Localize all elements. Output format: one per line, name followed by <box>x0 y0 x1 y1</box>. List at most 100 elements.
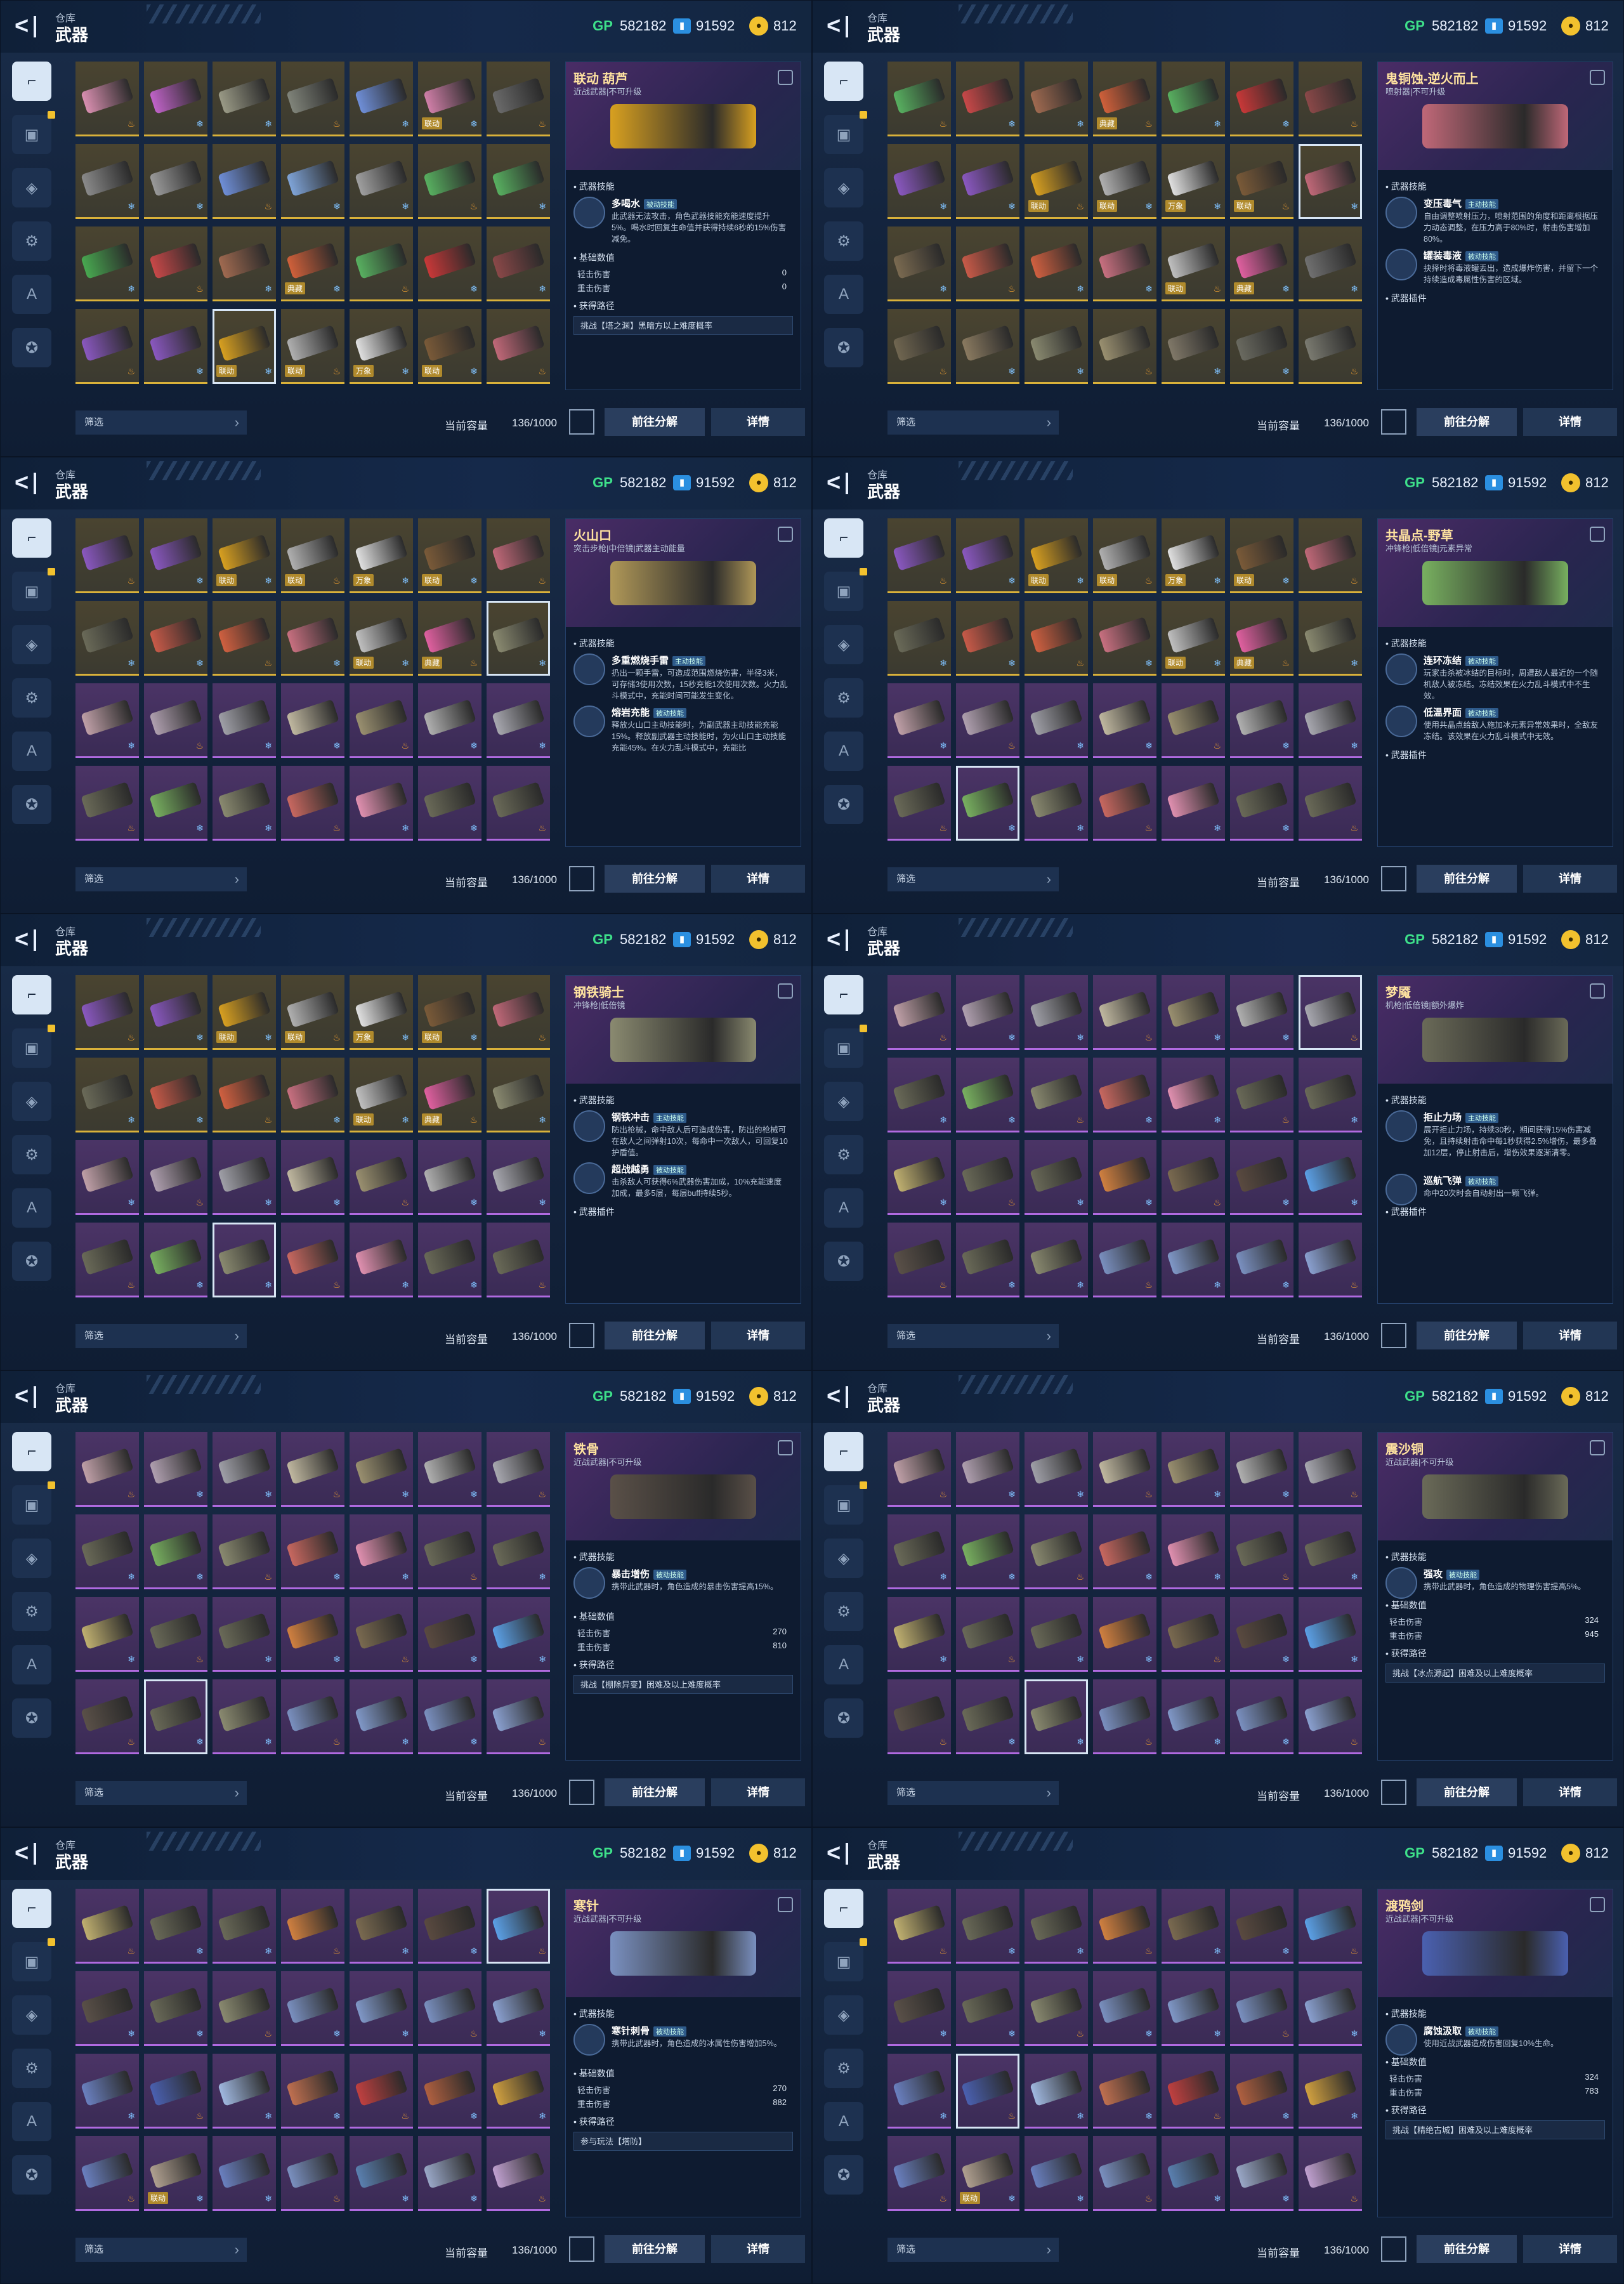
weapon-slot[interactable]: ♨ <box>144 1597 207 1672</box>
weapon-slot[interactable]: ❄ <box>956 1432 1019 1507</box>
weapon-slot[interactable]: ❄ <box>75 226 139 301</box>
weapon-slot[interactable]: ❄ <box>350 1679 413 1754</box>
lock-icon[interactable] <box>1590 983 1605 999</box>
sidebar-character-icon[interactable]: A <box>824 275 863 314</box>
weapon-slot[interactable]: ♨ <box>487 309 550 384</box>
weapon-slot[interactable]: ♨ <box>1093 1679 1156 1754</box>
weapon-slot[interactable]: ❄ <box>75 1058 139 1132</box>
detail-button[interactable]: 详情 <box>1523 2235 1617 2263</box>
weapon-slot[interactable]: ♨ <box>1299 1889 1362 1964</box>
weapon-slot[interactable]: ❄ <box>887 144 951 219</box>
weapon-slot[interactable]: ❄ <box>1025 1889 1088 1964</box>
weapon-slot[interactable]: ❄ <box>418 683 481 758</box>
weapon-slot[interactable]: ❄ <box>75 1514 139 1589</box>
weapon-slot[interactable]: ❄ <box>956 766 1019 841</box>
weapon-slot[interactable]: ❄ <box>418 1223 481 1297</box>
weapon-slot[interactable]: ❄ <box>144 1971 207 2046</box>
weapon-slot[interactable]: ♨ <box>887 309 951 384</box>
sidebar-pistol-icon[interactable]: ⌐ <box>824 518 863 558</box>
detail-button[interactable]: 详情 <box>711 865 805 893</box>
weapon-slot[interactable]: 联动 ❄ <box>1230 518 1293 593</box>
lock-icon[interactable] <box>1590 70 1605 85</box>
weapon-slot[interactable]: ❄ <box>1162 62 1225 136</box>
weapon-slot[interactable]: 联动 ❄ <box>418 309 481 384</box>
weapon-slot[interactable]: ♨ <box>1299 2136 1362 2211</box>
sidebar-gear-icon[interactable]: ⚙ <box>12 678 51 718</box>
sidebar-armor-icon[interactable]: ▣ <box>12 1938 55 1981</box>
sidebar-character-icon[interactable]: A <box>12 275 51 314</box>
weapon-slot[interactable]: 联动 ♨ <box>281 518 344 593</box>
weapon-slot[interactable]: ❄ <box>1093 1597 1156 1672</box>
weapon-slot[interactable]: ❄ <box>1230 1223 1293 1297</box>
weapon-slot[interactable]: ❄ <box>887 1971 951 2046</box>
weapon-slot[interactable]: ♨ <box>1230 1971 1293 2046</box>
weapon-slot[interactable]: 联动 ❄ <box>213 518 276 593</box>
weapon-slot[interactable]: ♨ <box>1299 518 1362 593</box>
weapon-slot[interactable]: ❄ <box>487 1140 550 1215</box>
lock-icon[interactable] <box>1590 1897 1605 1912</box>
expand-icon[interactable] <box>1381 2236 1406 2262</box>
sidebar-badge-icon[interactable]: ✪ <box>824 1698 863 1738</box>
sidebar-chip-icon[interactable]: ◈ <box>12 1995 51 2035</box>
weapon-slot[interactable]: ❄ <box>1230 1679 1293 1754</box>
weapon-slot[interactable]: ❄ <box>1230 1140 1293 1215</box>
sidebar-badge-icon[interactable]: ✪ <box>12 2155 51 2195</box>
weapon-slot[interactable]: ❄ <box>213 1679 276 1754</box>
weapon-slot[interactable]: 联动 ❄ <box>1162 601 1225 676</box>
weapon-slot[interactable]: ❄ <box>350 1971 413 2046</box>
filter-button[interactable]: 筛选 <box>75 1324 247 1348</box>
sidebar-character-icon[interactable]: A <box>824 1645 863 1684</box>
weapon-slot[interactable]: 联动 ❄ <box>144 2136 207 2211</box>
weapon-slot[interactable]: 典藏 ❄ <box>281 226 344 301</box>
detail-button[interactable]: 详情 <box>711 2235 805 2263</box>
weapon-slot[interactable]: ❄ <box>144 62 207 136</box>
sidebar-character-icon[interactable]: A <box>824 1188 863 1228</box>
weapon-slot[interactable]: ❄ <box>144 1514 207 1589</box>
sidebar-badge-icon[interactable]: ✪ <box>824 2155 863 2195</box>
weapon-slot[interactable]: 联动 ♨ <box>1093 518 1156 593</box>
decompose-button[interactable]: 前往分解 <box>1417 865 1517 893</box>
lock-icon[interactable] <box>778 527 793 542</box>
expand-icon[interactable] <box>569 2236 594 2262</box>
expand-icon[interactable] <box>569 1780 594 1805</box>
sidebar-gear-icon[interactable]: ⚙ <box>824 2049 863 2088</box>
detail-button[interactable]: 详情 <box>711 1322 805 1349</box>
weapon-slot[interactable]: ♨ <box>887 62 951 136</box>
weapon-slot[interactable]: ♨ <box>75 1679 139 1754</box>
weapon-slot[interactable]: ❄ <box>1025 2054 1088 2129</box>
weapon-slot[interactable]: 典藏 ♨ <box>418 1058 481 1132</box>
weapon-slot[interactable]: ❄ <box>418 2136 481 2211</box>
weapon-slot[interactable]: ❄ <box>1025 62 1088 136</box>
weapon-slot[interactable]: ❄ <box>213 1140 276 1215</box>
weapon-slot[interactable]: ♨ <box>281 1889 344 1964</box>
weapon-slot[interactable]: ❄ <box>1299 2054 1362 2129</box>
weapon-slot[interactable]: ❄ <box>1025 683 1088 758</box>
weapon-slot[interactable]: ❄ <box>1162 1514 1225 1589</box>
weapon-slot[interactable]: ❄ <box>213 766 276 841</box>
weapon-slot[interactable]: ❄ <box>1162 975 1225 1050</box>
weapon-slot[interactable]: ❄ <box>1093 683 1156 758</box>
back-button[interactable]: < <box>827 1841 852 1866</box>
weapon-slot[interactable]: ❄ <box>281 1514 344 1589</box>
weapon-slot[interactable]: ❄ <box>418 1889 481 1964</box>
back-button[interactable]: < <box>827 470 852 496</box>
sidebar-character-icon[interactable]: A <box>824 732 863 771</box>
weapon-slot[interactable]: 典藏 ♨ <box>1093 62 1156 136</box>
sidebar-badge-icon[interactable]: ✪ <box>12 785 51 824</box>
weapon-slot[interactable]: ♨ <box>1230 1058 1293 1132</box>
weapon-slot[interactable]: ♨ <box>418 1514 481 1589</box>
sidebar-chip-icon[interactable]: ◈ <box>12 1082 51 1121</box>
weapon-slot[interactable]: ❄ <box>281 144 344 219</box>
weapon-slot[interactable]: ❄ <box>213 226 276 301</box>
detail-button[interactable]: 详情 <box>711 408 805 436</box>
source-link[interactable]: 挑战【塔之渊】黑暗方以上难度概率 <box>573 316 793 335</box>
decompose-button[interactable]: 前往分解 <box>1417 408 1517 436</box>
weapon-slot[interactable]: ❄ <box>887 601 951 676</box>
weapon-slot[interactable]: ❄ <box>281 1058 344 1132</box>
weapon-slot[interactable]: ❄ <box>75 1597 139 1672</box>
weapon-slot[interactable]: ❄ <box>350 2136 413 2211</box>
sidebar-pistol-icon[interactable]: ⌐ <box>12 1889 51 1928</box>
sidebar-gear-icon[interactable]: ⚙ <box>824 1592 863 1631</box>
weapon-slot[interactable]: ♨ <box>75 1432 139 1507</box>
detail-button[interactable]: 详情 <box>1523 408 1617 436</box>
